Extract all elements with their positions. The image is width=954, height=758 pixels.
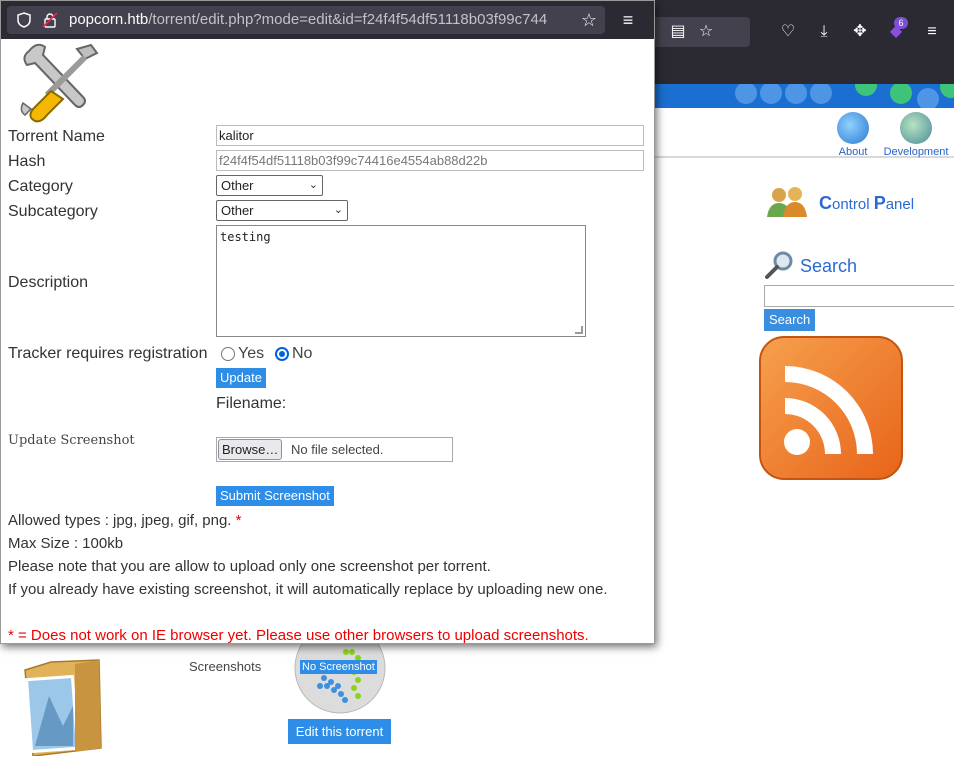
description-text: testing <box>220 230 271 244</box>
popup-url-bar: popcorn.htb/torrent/edit.php?mode=edit&i… <box>1 1 654 39</box>
folder-icon <box>24 659 102 756</box>
nav-about-label: About <box>838 146 868 158</box>
nav-development-label: Development <box>883 146 949 158</box>
insecure-lock-icon[interactable] <box>39 6 61 34</box>
tracker-no-radio[interactable] <box>275 347 289 361</box>
popup-url-field[interactable]: popcorn.htb/torrent/edit.php?mode=edit&i… <box>7 6 605 34</box>
tools-icon <box>20 43 99 123</box>
bookmark-star-icon[interactable]: ☆ <box>694 20 718 44</box>
filename-label: Filename: <box>216 395 287 412</box>
subcategory-label: Subcategory <box>8 203 98 220</box>
site-nav: About Development <box>655 108 954 158</box>
nav-about[interactable]: About <box>833 112 873 158</box>
description-textarea[interactable]: testing <box>216 225 586 337</box>
menu-icon[interactable]: ≡ <box>920 20 944 44</box>
allowed-types-text: Allowed types : jpg, jpeg, gif, png. * <box>8 512 242 529</box>
chevron-down-icon: ⌄ <box>308 179 318 191</box>
shield-icon[interactable] <box>13 6 35 34</box>
screenshots-label: Screenshots <box>189 659 262 674</box>
downloads-icon[interactable]: ⤓ <box>812 20 836 44</box>
search-title: Search <box>800 256 858 276</box>
popup-menu-icon[interactable]: ≡ <box>616 9 640 31</box>
control-panel-title: Control Panel <box>819 193 915 213</box>
users-icon <box>767 187 807 217</box>
replace-screenshot-note: If you already have existing screenshot,… <box>8 581 608 598</box>
extensions-icon[interactable]: ✥ <box>848 20 872 44</box>
magnifier-icon <box>765 251 793 279</box>
pocket-icon[interactable]: ♡ <box>776 20 800 44</box>
hash-label: Hash <box>8 153 46 170</box>
tracker-yes-label: Yes <box>238 345 265 362</box>
bookmark-star-icon[interactable]: ☆ <box>578 6 600 34</box>
tracker-registration-label: Tracker requires registration <box>8 345 208 362</box>
one-screenshot-note: Please note that you are allow to upload… <box>8 558 491 575</box>
torrent-name-label: Torrent Name <box>8 128 105 145</box>
ie-warning-text: * = Does not work on IE browser yet. Ple… <box>8 627 589 644</box>
url-host: popcorn.htb <box>69 11 149 28</box>
chevron-down-icon: ⌄ <box>333 204 343 216</box>
screenshot-file-input[interactable]: Browse… No file selected. <box>216 437 453 462</box>
site-banner <box>655 84 954 108</box>
max-size-text: Max Size : 100kb <box>8 535 124 552</box>
no-file-selected-text: No file selected. <box>291 442 384 457</box>
search-input[interactable] <box>764 285 954 307</box>
edit-torrent-popup-window: popcorn.htb/torrent/edit.php?mode=edit&i… <box>0 0 655 644</box>
edit-torrent-button[interactable]: Edit this torrent <box>288 719 391 744</box>
subcategory-selected: Other <box>221 203 254 218</box>
development-icon <box>900 112 932 144</box>
no-screenshot-label: No Screenshot <box>300 660 377 674</box>
nav-development[interactable]: Development <box>881 112 951 158</box>
update-screenshot-label: Update Screenshot <box>8 433 135 448</box>
submit-screenshot-button[interactable]: Submit Screenshot <box>216 486 334 506</box>
category-label: Category <box>8 178 73 195</box>
description-label: Description <box>8 274 89 291</box>
torrent-name-input[interactable]: kalitor <box>216 125 644 146</box>
tracker-no-label: No <box>292 345 313 362</box>
extensions-badge: 6 <box>894 17 908 29</box>
hash-input[interactable]: f24f4f54df51118b03f99c74416e4554ab88d22b <box>216 150 644 171</box>
category-selected: Other <box>221 178 254 193</box>
globe-icon <box>837 112 869 144</box>
subcategory-select[interactable]: Other ⌄ <box>216 200 348 221</box>
browse-button[interactable]: Browse… <box>218 439 283 460</box>
edit-torrent-form: Torrent Name kalitor Hash f24f4f54df5111… <box>1 39 654 643</box>
update-button[interactable]: Update <box>216 368 266 388</box>
popup-url-text: popcorn.htb/torrent/edit.php?mode=edit&i… <box>69 6 547 34</box>
required-mark: * <box>235 512 242 529</box>
search-button[interactable]: Search <box>764 309 816 331</box>
reader-view-icon[interactable]: ▤ <box>666 20 690 44</box>
url-path: /torrent/edit.php?mode=edit&id=f24f4f54d… <box>148 11 548 28</box>
resize-grip-icon[interactable] <box>575 326 583 334</box>
category-select[interactable]: Other ⌄ <box>216 175 323 196</box>
rss-feed-icon[interactable] <box>759 336 903 480</box>
tracker-yes-radio[interactable] <box>221 347 235 361</box>
